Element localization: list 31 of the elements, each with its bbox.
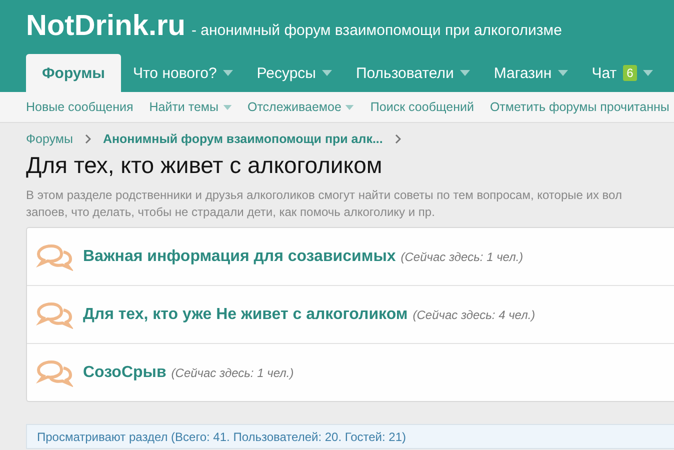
site-logo[interactable]: NotDrink.ru bbox=[26, 10, 186, 43]
nav-tab[interactable]: Пользователи bbox=[344, 54, 482, 92]
chat-bubbles-icon bbox=[36, 358, 73, 386]
description-text: В этом разделе родственники и друзья алкоголиков смогут найти советы по тем вопросам, которые их вол bbox=[26, 187, 623, 204]
page-title: Для тех, кто живет с алкоголиком bbox=[26, 152, 384, 179]
breadcrumb-link[interactable]: Форумы bbox=[26, 132, 73, 146]
chevron-icon bbox=[394, 134, 401, 144]
chat-bubbles-icon bbox=[36, 242, 73, 270]
chat-bubbles-icon bbox=[36, 300, 73, 328]
sub-nav-link[interactable]: Найти темы bbox=[149, 100, 232, 114]
nav-tab[interactable]: Магазин bbox=[482, 54, 580, 92]
nav-tab[interactable]: Ресурсы bbox=[244, 54, 344, 92]
chevron-icon bbox=[84, 134, 91, 144]
forum-title-link[interactable]: СозоСрыв bbox=[83, 364, 166, 382]
nav-tab[interactable]: Чат 6 bbox=[580, 54, 666, 92]
forum-title-link[interactable]: Важная информация для созависимых bbox=[83, 248, 396, 266]
sub-nav-link[interactable]: Отслеживаемое bbox=[248, 100, 354, 114]
description-text: запоев, что делать, чтобы не страдали дети, как помочь алкоголику и пр. bbox=[26, 204, 436, 221]
forum-title-link[interactable]: Для тех, кто уже Не живет с алкоголиком bbox=[83, 306, 408, 324]
viewer-count: (Сейчас здесь: 1 чел.) bbox=[171, 366, 294, 380]
nav-tab[interactable]: Что нового? bbox=[120, 54, 245, 92]
sub-nav-link[interactable]: Новые сообщения bbox=[26, 100, 134, 114]
viewers-summary: Просматривают раздел (Всего: 41. Пользователей: 20. Гостей: 21) bbox=[37, 430, 406, 444]
viewer-count: (Сейчас здесь: 1 чел.) bbox=[400, 250, 524, 264]
nav-tab[interactable]: Форумы bbox=[26, 54, 121, 92]
sub-nav-link[interactable]: Поиск сообщений bbox=[370, 100, 474, 114]
breadcrumb-link[interactable]: Анонимный форум взаимопомощи при алк... bbox=[102, 132, 383, 146]
site-tagline: - анонимный форум взаимопомощи при алкоголизме bbox=[192, 22, 562, 39]
sub-nav-link[interactable]: Отметить форумы прочитанны bbox=[490, 100, 670, 114]
viewer-count: (Сейчас здесь: 4 чел.) bbox=[412, 308, 536, 322]
count-badge: 6 bbox=[622, 65, 638, 81]
